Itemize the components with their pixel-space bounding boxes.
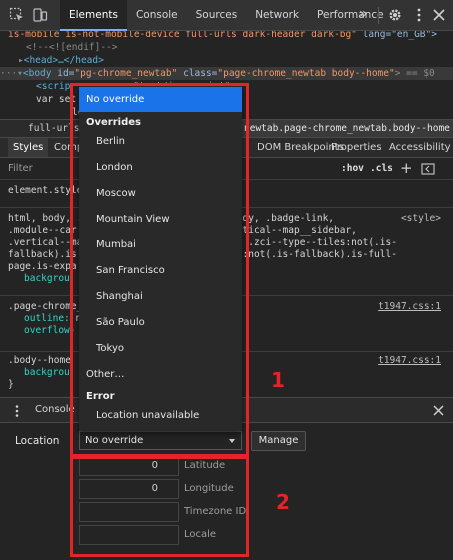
class-toggle[interactable]: .cls [370, 158, 393, 180]
rule3-close: } [8, 379, 14, 390]
rule1-selector-line5: page.is-expa [8, 261, 77, 272]
rule1-property[interactable]: backgrou [24, 273, 70, 285]
tab-network[interactable]: Network [246, 0, 308, 31]
rule2-property-overflow[interactable]: overflow- [24, 325, 75, 337]
annotation-box-1 [70, 83, 249, 457]
annotation-label-2: 2 [276, 490, 290, 514]
more-options-icon[interactable] [411, 7, 427, 23]
dom-line-html-attrs[interactable]: is-mobile is-not-mobile-device full-urls… [8, 31, 437, 41]
tab-console[interactable]: Console [127, 0, 187, 31]
devtools-toolbar: Elements Console Sources Network Perform… [0, 0, 453, 31]
breadcrumb-item-body[interactable]: newtab.page-chrome_newtab.body--home [241, 120, 453, 137]
toolbar-divider [378, 7, 379, 24]
dom-line-head[interactable]: ▸<head>…</head> [18, 54, 104, 67]
hover-state-toggle[interactable]: :hov [341, 158, 364, 180]
new-style-rule-icon[interactable]: + [400, 159, 413, 177]
rule3-source-link[interactable]: t1947.css:1 [378, 355, 441, 366]
toggle-sidebar-icon[interactable] [421, 162, 435, 176]
drawer-menu-icon[interactable] [12, 404, 22, 418]
annotation-box-2 [70, 456, 249, 557]
location-label: Location [15, 435, 60, 447]
dom-line-comment[interactable]: <!--<![endif]--> [26, 41, 118, 54]
tab-accessibility[interactable]: Accessibility [384, 138, 453, 157]
settings-gear-icon[interactable] [387, 7, 403, 23]
more-tabs-button[interactable]: » [359, 0, 368, 29]
tab-properties[interactable]: Properties [326, 138, 387, 157]
manage-locations-button[interactable]: Manage [251, 431, 306, 451]
device-toolbar-icon[interactable] [32, 7, 48, 23]
close-drawer-icon[interactable] [433, 405, 444, 416]
rule1-source[interactable]: <style> [401, 213, 441, 224]
drawer-tab-console[interactable]: Console [35, 398, 75, 422]
annotation-label-1: 1 [271, 368, 285, 392]
styles-filter-input[interactable]: Filter [3, 161, 73, 177]
tab-performance[interactable]: Performance [308, 0, 393, 31]
dom-line-body-selected[interactable]: ···▾<body id="pg-chrome_newtab" class="p… [0, 67, 453, 80]
close-devtools-icon[interactable] [431, 7, 447, 23]
tab-sources[interactable]: Sources [187, 0, 247, 31]
panel-tabs: Elements Console Sources Network Perform… [60, 0, 393, 31]
inspect-element-icon[interactable] [9, 7, 25, 23]
rule2-source-link[interactable]: t1947.css:1 [378, 301, 441, 312]
rule3-selector[interactable]: .body--home [8, 355, 71, 367]
tab-elements[interactable]: Elements [60, 0, 127, 31]
rule3-property[interactable]: backgrou [24, 367, 70, 379]
tab-styles[interactable]: Styles [8, 138, 49, 157]
